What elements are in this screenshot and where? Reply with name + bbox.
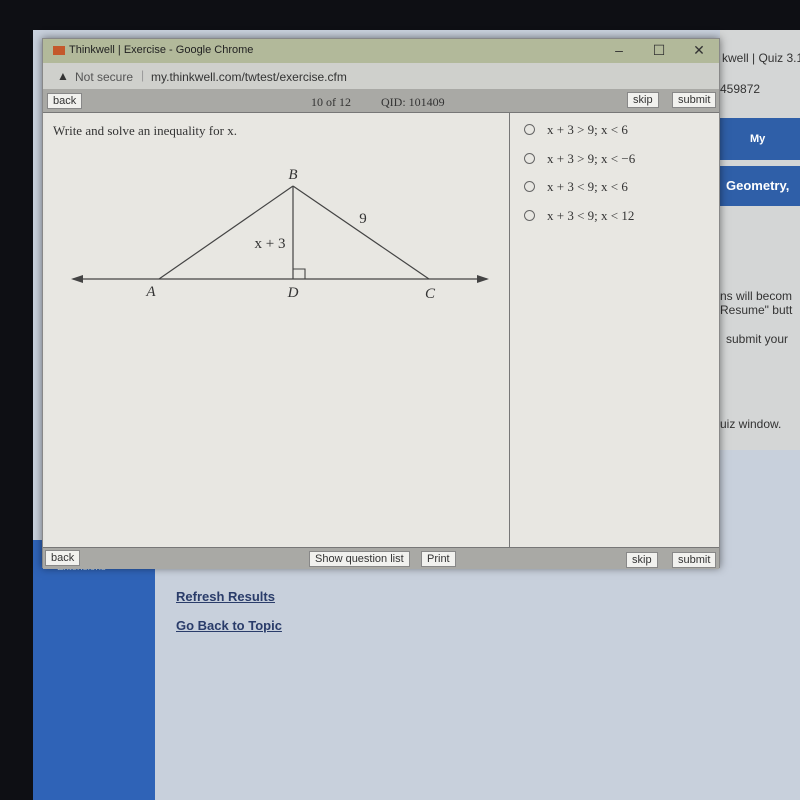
background-text: submit your: [726, 332, 789, 346]
radio-icon[interactable]: [524, 181, 535, 192]
answer-panel: x + 3 > 9; x < 6 x + 3 > 9; x < −6 x + 3…: [509, 113, 719, 547]
back-button[interactable]: back: [47, 93, 83, 109]
label-BC-length: 9: [359, 211, 367, 227]
option-text: x + 3 < 9; x < 12: [547, 208, 635, 223]
warning-icon: ▲: [57, 69, 69, 83]
background-tab-title: kwell | Quiz 3.1 -: [722, 51, 800, 65]
go-back-to-topic-link[interactable]: Go Back to Topic: [176, 618, 282, 633]
not-secure-label: Not secure: [75, 70, 134, 84]
skip-button[interactable]: skip: [627, 92, 659, 108]
arrow-right-icon: [477, 275, 489, 283]
address-bar[interactable]: ▲ Not secure | my.thinkwell.com/twtest/e…: [43, 63, 719, 89]
bottom-bar: back Show question list Print skip submi…: [43, 547, 719, 569]
question-panel: Write and solve an inequality for x. B A…: [45, 113, 509, 547]
label-B: B: [288, 167, 297, 183]
radio-icon[interactable]: [524, 153, 535, 164]
arrow-left-icon: [71, 275, 83, 283]
submit-button[interactable]: submit: [672, 92, 717, 108]
submit-button-bottom[interactable]: submit: [672, 552, 717, 568]
question-progress: 10 of 12: [311, 95, 351, 109]
print-button[interactable]: Print: [421, 551, 456, 567]
segment-AB: [158, 185, 294, 280]
option-text: x + 3 > 9; x < 6: [547, 122, 628, 137]
label-D: D: [287, 285, 299, 301]
option-text: x + 3 > 9; x < −6: [547, 151, 636, 166]
skip-button-bottom[interactable]: skip: [626, 552, 658, 568]
back-button-bottom[interactable]: back: [45, 550, 81, 566]
show-question-list-button[interactable]: Show question list: [309, 551, 410, 567]
label-C: C: [425, 286, 436, 302]
radio-icon[interactable]: [524, 124, 535, 135]
window-title: Thinkwell | Exercise - Google Chrome: [69, 44, 254, 56]
right-angle-mark: [293, 268, 306, 279]
nav-my-grades[interactable]: My Grade: [720, 118, 800, 187]
nav-course[interactable]: Geometry,: [720, 166, 800, 206]
question-id: QID: 101409: [381, 95, 445, 109]
answer-option-4[interactable]: x + 3 < 9; x < 12: [524, 208, 634, 224]
background-text: Resume" butt: [720, 303, 793, 317]
background-id: 459872: [720, 82, 761, 96]
refresh-results-link[interactable]: Refresh Results: [176, 589, 275, 604]
url-text[interactable]: my.thinkwell.com/twtest/exercise.cfm: [151, 70, 347, 84]
answer-option-3[interactable]: x + 3 < 9; x < 6: [524, 179, 628, 195]
label-A: A: [145, 284, 156, 300]
maximize-button[interactable]: ☐: [639, 39, 679, 61]
background-sidebar: Extensions: [33, 540, 155, 800]
label-BD-length: x + 3: [255, 236, 286, 252]
radio-icon[interactable]: [524, 210, 535, 221]
segment-BC: [292, 185, 430, 280]
minimize-button[interactable]: –: [599, 39, 639, 61]
exercise-toolbar: back 10 of 12 QID: 101409 skip submit: [43, 89, 719, 113]
exercise-window: Thinkwell | Exercise - Google Chrome – ☐…: [42, 38, 720, 569]
window-titlebar[interactable]: Thinkwell | Exercise - Google Chrome – ☐…: [43, 39, 719, 63]
thinkwell-favicon-icon: [53, 46, 65, 55]
address-divider: |: [141, 68, 145, 82]
background-text: uiz window.: [720, 417, 782, 431]
option-text: x + 3 < 9; x < 6: [547, 179, 628, 194]
background-text: ns will becom: [720, 289, 793, 303]
close-button[interactable]: ✕: [679, 39, 719, 61]
triangle-diagram: B A D C 9 x + 3: [71, 167, 489, 302]
answer-option-2[interactable]: x + 3 > 9; x < −6: [524, 151, 635, 167]
answer-option-1[interactable]: x + 3 > 9; x < 6: [524, 122, 628, 138]
